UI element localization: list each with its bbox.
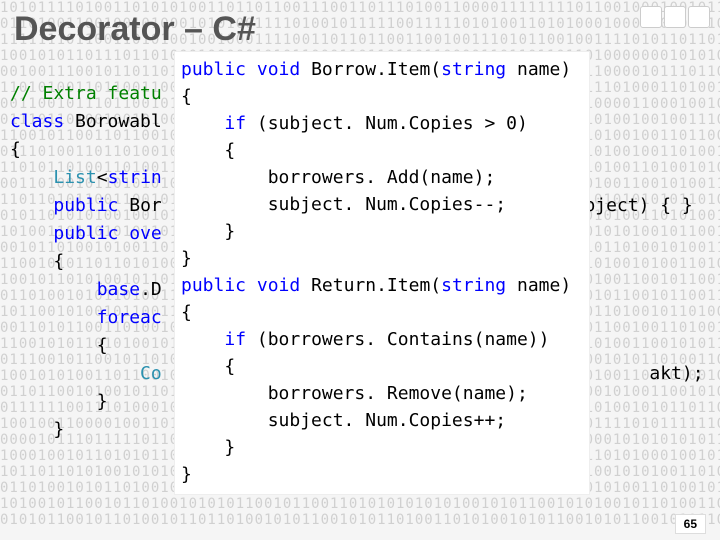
corner-squares xyxy=(640,6,710,28)
code-panel-front: public void Borrow.Item(string name) { i… xyxy=(175,52,589,494)
slide-title: Decorator – C# xyxy=(0,0,720,53)
page-number: 65 xyxy=(675,514,706,534)
